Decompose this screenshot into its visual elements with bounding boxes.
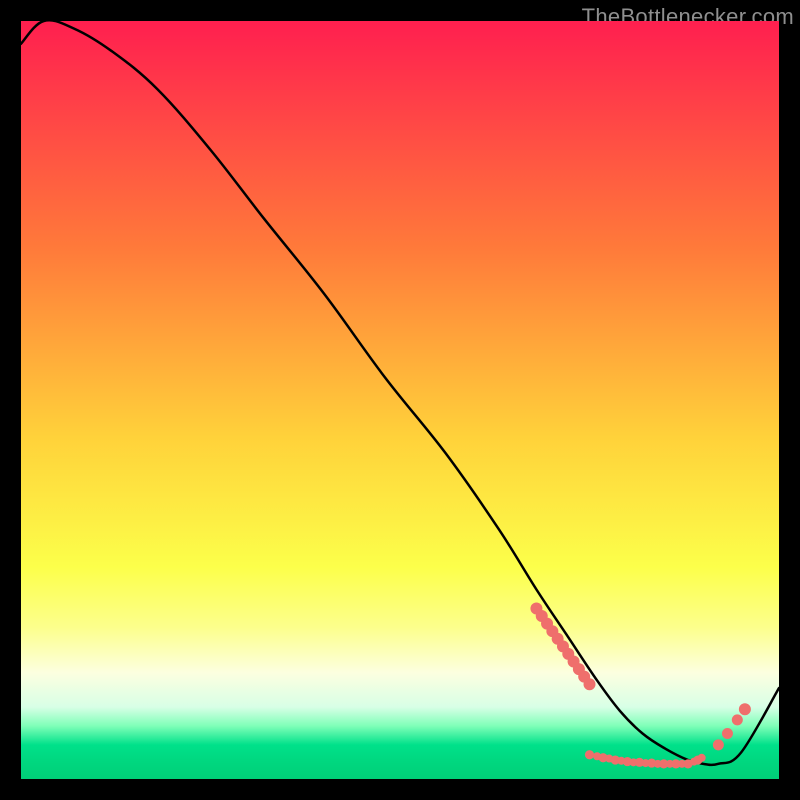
chart-stage: TheBottlenecker.com <box>0 0 800 800</box>
bottleneck-chart <box>0 0 800 800</box>
marker-dot <box>698 754 706 762</box>
marker-dot <box>584 678 596 690</box>
marker-dot <box>739 703 751 715</box>
marker-dot <box>713 739 724 750</box>
marker-dot <box>722 728 733 739</box>
marker-dot <box>585 750 594 759</box>
plot-background <box>21 21 779 779</box>
marker-dot <box>732 714 743 725</box>
